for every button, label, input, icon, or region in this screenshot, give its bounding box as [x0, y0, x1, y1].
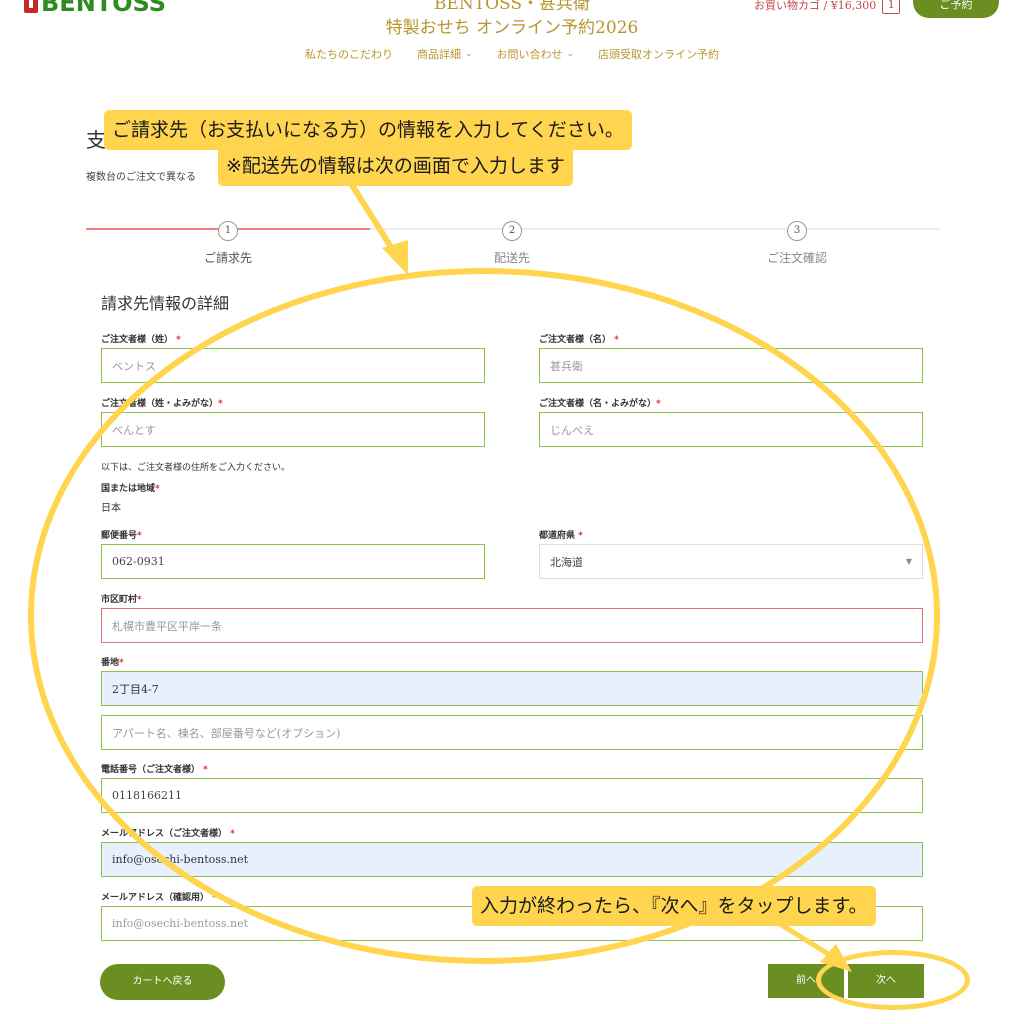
step-label: ご注文確認: [766, 251, 827, 265]
nav-label: 私たちのこだわり: [304, 48, 393, 61]
phone-input[interactable]: 0118166211: [101, 778, 923, 813]
page-subtext: 複数台のご注文で異なる: [86, 172, 196, 183]
step-billing: 1 ご請求先: [128, 218, 328, 266]
section-title: 請求先情報の詳細: [101, 294, 230, 313]
first-name-input[interactable]: 甚兵衛: [539, 348, 923, 383]
address-note: 以下は、ご注文者様の住所をご入力ください。: [101, 463, 291, 473]
first-kana-input[interactable]: じんべえ: [539, 412, 923, 447]
dropdown-arrow-icon: ▼: [905, 557, 912, 566]
nav-item-contact[interactable]: お問い合わせ ⌄: [497, 46, 575, 62]
nav-item-store-pickup[interactable]: 店頭受取オンライン予約: [598, 46, 719, 62]
nav-label: 商品詳細: [416, 48, 461, 61]
prefecture-select[interactable]: 北海道 ▼: [539, 544, 923, 579]
callout-bottom: 入力が終わったら、『次へ』をタップします。: [472, 886, 876, 926]
page-heading: 支: [86, 128, 106, 152]
prev-button[interactable]: 前へ: [768, 964, 844, 998]
step-label: ご請求先: [203, 251, 252, 265]
nav-label: 店頭受取オンライン予約: [598, 48, 720, 61]
step-confirm: 3 ご注文確認: [697, 218, 897, 266]
site-title: BENTOSS・甚兵衛 特製おせち オンライン予約2026: [320, 0, 704, 40]
step-number: 2: [502, 221, 522, 241]
step-number: 3: [787, 221, 807, 241]
apartment-input[interactable]: アパート名、棟名、部屋番号など(オプション): [101, 715, 923, 750]
email-confirm-label: メールアドレス（確認用） *: [101, 893, 217, 903]
phone-label: 電話番号（ご注文者様） *: [101, 765, 208, 775]
last-kana-input[interactable]: べんとす: [101, 412, 485, 447]
nav-label: お問い合わせ: [496, 48, 563, 61]
last-name-input[interactable]: ベントス: [101, 348, 485, 383]
logo-text: BENTOSS: [41, 0, 167, 17]
cart-total: お買い物カゴ / ¥16,300: [754, 0, 877, 12]
postal-input[interactable]: 062-0931: [101, 544, 485, 579]
email-label: メールアドレス（ご注文者様） *: [101, 829, 235, 839]
callout-top-line1: ご請求先（お支払いになる方）の情報を入力してください。: [104, 110, 632, 150]
site-title-line2: 特製おせち オンライン予約2026: [385, 18, 639, 38]
first-name-label: ご注文者様（名） *: [539, 335, 619, 345]
step-number: 1: [218, 221, 238, 241]
logo-mark-icon: [24, 0, 38, 13]
step-shipping: 2 配送先: [412, 218, 612, 266]
site-logo[interactable]: BENTOSS: [24, 0, 167, 17]
reserve-button[interactable]: ご予約: [913, 0, 999, 18]
city-label: 市区町村*: [101, 595, 142, 605]
main-nav: 私たちのこだわり 商品詳細 ⌄ お問い合わせ ⌄ 店頭受取オンライン予約: [0, 46, 1024, 62]
last-name-label: ご注文者様（姓） *: [101, 335, 181, 345]
callout-top-line2: ※配送先の情報は次の画面で入力します: [218, 146, 573, 186]
chevron-down-icon: ⌄: [464, 49, 473, 59]
site-title-line1: BENTOSS・甚兵衛: [433, 0, 591, 14]
next-button[interactable]: 次へ: [848, 964, 924, 998]
country-label: 国または地域*: [101, 484, 160, 494]
prefecture-label: 都道府県 *: [539, 531, 583, 541]
nav-item-kodawari[interactable]: 私たちのこだわり: [305, 46, 393, 62]
postal-label: 郵便番号*: [101, 531, 142, 541]
first-kana-label: ご注文者様（名・よみがな）*: [539, 399, 661, 409]
street-label: 番地*: [101, 658, 124, 668]
last-kana-label: ご注文者様（姓・よみがな）*: [101, 399, 223, 409]
country-value: 日本: [101, 503, 121, 514]
nav-item-products[interactable]: 商品詳細 ⌄: [417, 46, 473, 62]
street-input[interactable]: 2丁目4-7: [101, 671, 923, 706]
email-input[interactable]: info@osechi-bentoss.net: [101, 842, 923, 877]
city-input[interactable]: 札幌市豊平区平岸一条: [101, 608, 923, 643]
chevron-down-icon: ⌄: [566, 49, 575, 59]
cart-link[interactable]: お買い物カゴ / ¥16,300 1: [754, 0, 901, 14]
step-label: 配送先: [493, 251, 530, 265]
back-to-cart-button[interactable]: カートへ戻る: [100, 964, 225, 1000]
cart-count-badge: 1: [882, 0, 901, 14]
